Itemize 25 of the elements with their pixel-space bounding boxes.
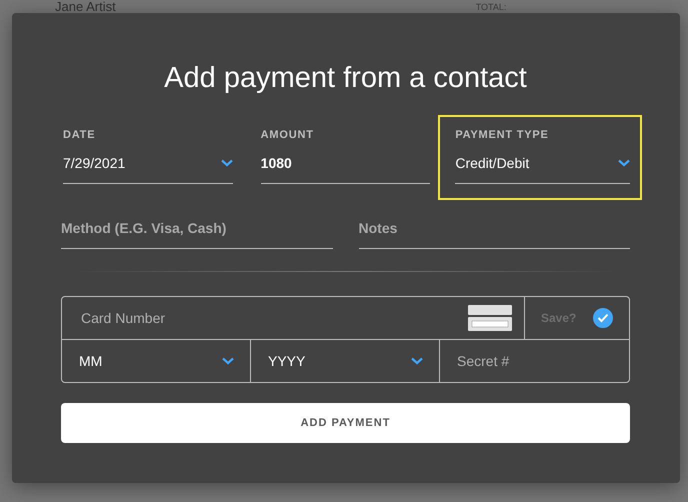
chevron-down-icon (220, 159, 233, 167)
highlighted-field[interactable]: PAYMENT TYPE Credit/Debit (438, 115, 642, 200)
contact-name: Jane Artist (55, 0, 116, 13)
chevron-down-icon (411, 357, 423, 365)
year-select[interactable]: YYYY (251, 340, 440, 382)
save-checkbox[interactable] (593, 308, 613, 328)
field-label: AMOUNT (260, 129, 315, 141)
notes-field[interactable]: Notes (358, 212, 630, 249)
method-field[interactable]: Method (E.G. Visa, Cash) (61, 212, 332, 249)
checkmark-icon (597, 313, 609, 323)
secret-field[interactable]: Secret # (440, 340, 629, 382)
add-payment-button[interactable]: ADD PAYMENT (61, 403, 630, 443)
chevron-down-icon (618, 159, 630, 167)
month-select[interactable]: MM (62, 340, 251, 382)
card-number-field[interactable]: Card Number (79, 309, 468, 327)
field-value: Credit/Debit (455, 155, 530, 171)
field-label: PAYMENT TYPE (455, 129, 550, 141)
field-label: DATE (63, 129, 96, 141)
field-value: 7/29/2021 (63, 155, 126, 171)
form-field[interactable]: AMOUNT 1080 (258, 115, 432, 200)
form-field[interactable]: DATE 7/29/2021 (61, 115, 235, 200)
field-value: 1080 (260, 155, 292, 171)
chevron-down-icon (222, 357, 234, 365)
dialog-title: Add payment from a contact (163, 62, 528, 95)
credit-card-icon (468, 305, 512, 331)
